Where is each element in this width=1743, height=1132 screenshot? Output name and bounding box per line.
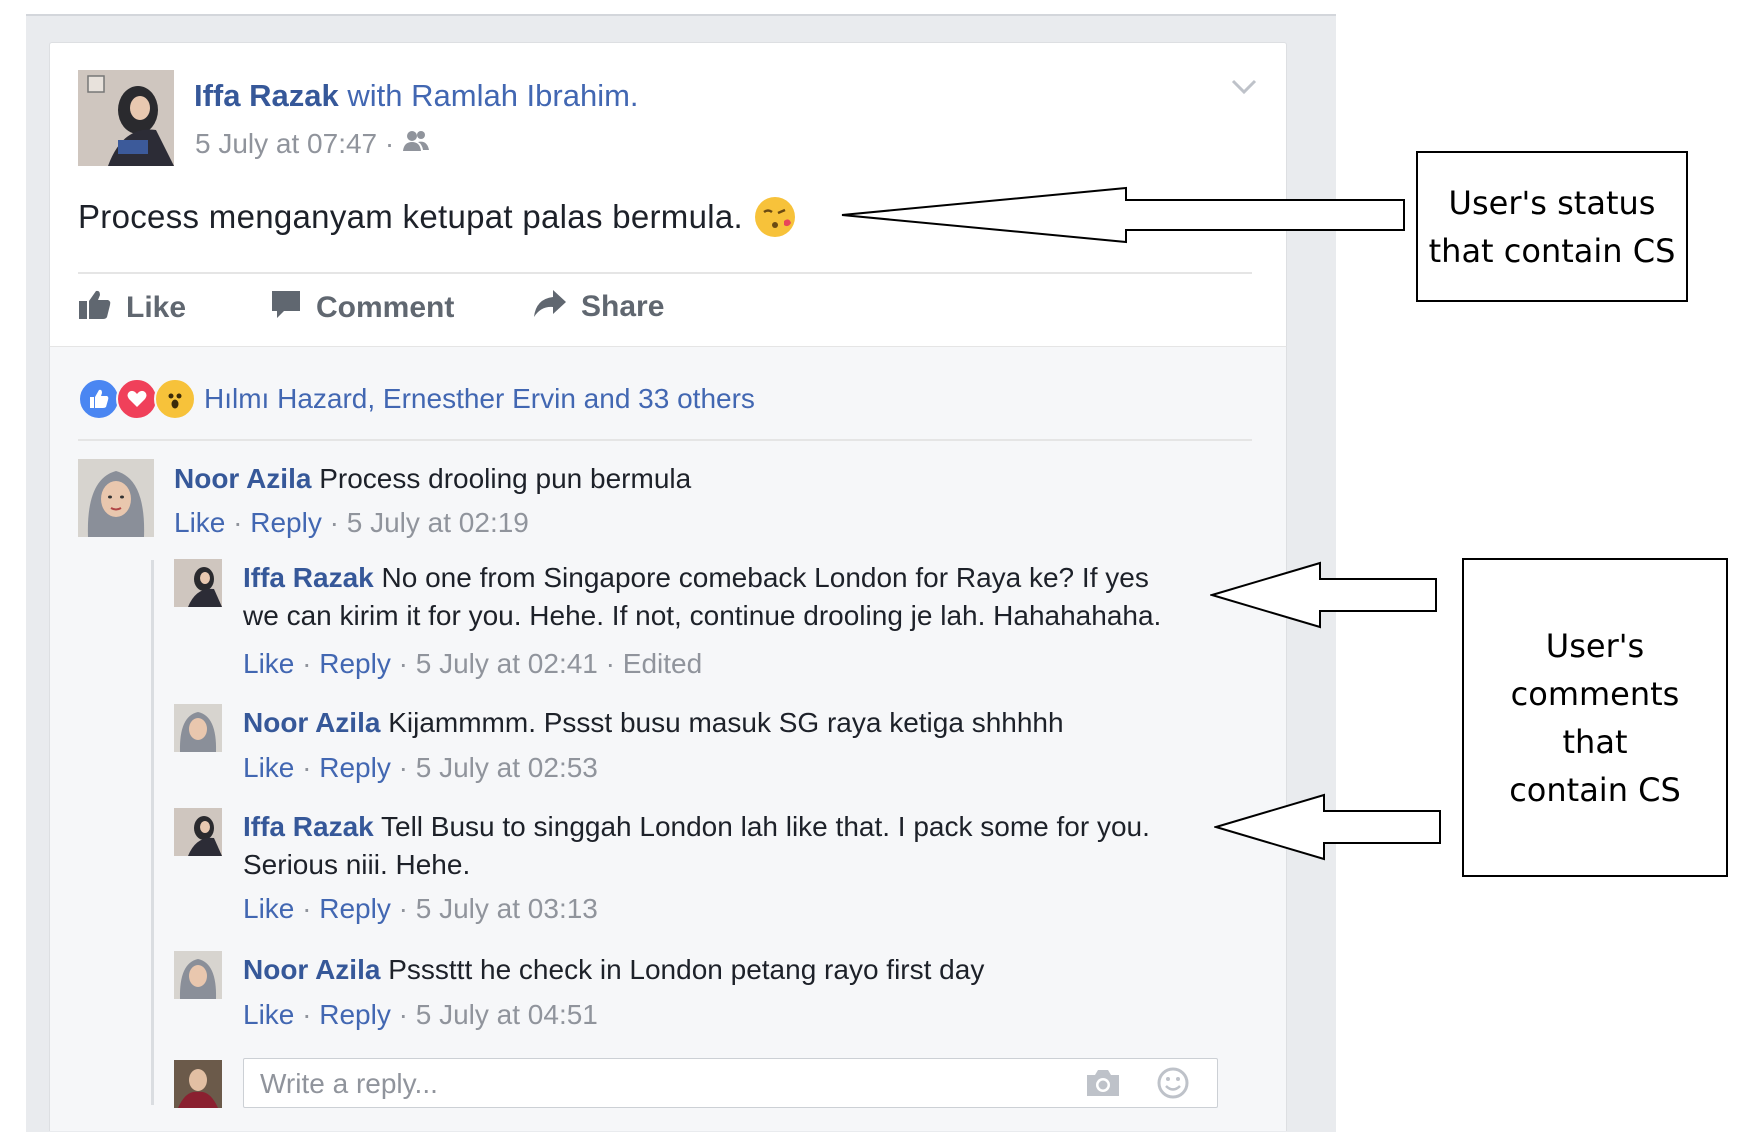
post-header: Iffa Razak with Ramlah Ibrahim. [194,78,639,114]
author-avatar[interactable] [78,70,174,166]
with-text: with [347,78,403,113]
comment-time[interactable]: 5 July at 02:19 [347,507,529,538]
status-callout-line: User's status [1448,183,1656,222]
reply-reply-link[interactable]: Reply [319,752,391,783]
comment-annotation-arrow-1 [1210,561,1437,629]
like-button[interactable]: Like [78,288,186,328]
status-text: Process menganyam ketupat palas bermula. [78,198,744,235]
chevron-down-icon[interactable] [1230,78,1258,101]
reply-author[interactable]: Noor Azila [243,707,380,738]
comments-callout-line: contain CS [1509,770,1681,809]
reply-reply-link[interactable]: Reply [319,999,391,1030]
reply-1-actions: Like · Reply · 5 July at 02:41 · Edited [243,648,703,679]
comments-callout-line: that [1562,722,1628,761]
comment-icon [270,288,302,328]
comment-like-link[interactable]: Like [174,507,225,538]
status-annotation-arrow [841,186,1405,244]
reply-like-link[interactable]: Like [243,893,294,924]
wow-reaction-icon [154,378,196,420]
reply-text: No one from Singapore comeback London fo… [381,562,1149,593]
friends-audience-icon[interactable] [402,128,430,160]
reply-1: Iffa Razak No one from Singapore comebac… [243,559,1223,635]
post-timestamp[interactable]: 5 July at 07:47 · [195,128,394,160]
tagged-user[interactable]: Ramlah Ibrahim. [411,78,638,113]
smiley-icon[interactable] [1156,1066,1190,1105]
reply-3-actions: Like · Reply · 5 July at 03:13 [243,893,598,924]
status-callout: User's status that contain CS [1416,151,1688,302]
author-name[interactable]: Iffa Razak [194,78,339,113]
comment-annotation-arrow-2 [1214,793,1441,861]
status-callout-line: that contain CS [1428,231,1676,270]
comment-1: Noor Azila Process drooling pun bermula [174,460,691,498]
comment-reply-link[interactable]: Reply [250,507,322,538]
like-label: Like [126,291,187,324]
comment-author[interactable]: Noor Azila [174,463,311,494]
post-timestamp-row: 5 July at 07:47 · [195,128,430,160]
reply-avatar[interactable] [174,808,222,856]
reply-3: Iffa Razak Tell Busu to singgah London l… [243,808,1223,884]
like-reaction-icon [78,378,120,420]
comment-button[interactable]: Comment [270,288,454,328]
kissing-face-emoji-icon [755,197,796,237]
reply-edited-label[interactable]: Edited [623,648,702,679]
comments-callout-line: comments [1510,674,1680,713]
share-label: Share [581,290,665,323]
reply-2: Noor Azila Kijammmm. Pssst busu masuk SG… [243,704,1064,742]
reactions-summary[interactable]: Hılmı Hazard, Ernesther Ervin and 33 oth… [78,378,755,420]
comments-callout-line: User's [1545,626,1645,665]
thumbs-up-icon [78,288,112,328]
commenter-avatar[interactable] [78,459,154,537]
reply-avatar[interactable] [174,559,222,607]
status-divider [78,272,1252,274]
reply-reply-link[interactable]: Reply [319,893,391,924]
reply-like-link[interactable]: Like [243,752,294,783]
reply-time[interactable]: 5 July at 02:53 [416,752,598,783]
love-reaction-icon [116,378,158,420]
reply-time[interactable]: 5 July at 04:51 [416,999,598,1030]
comment-label: Comment [316,291,455,324]
reply-author[interactable]: Iffa Razak [243,811,374,842]
reply-4: Noor Azila Psssttt he check in London pe… [243,951,984,989]
reply-avatar[interactable] [174,951,222,999]
reactions-divider [78,439,1252,441]
reply-like-link[interactable]: Like [243,648,294,679]
reply-time[interactable]: 5 July at 03:13 [416,893,598,924]
reply-4-actions: Like · Reply · 5 July at 04:51 [243,999,598,1030]
reply-reply-link[interactable]: Reply [319,648,391,679]
comment-text: Process drooling pun bermula [319,463,692,494]
reply-composer[interactable] [243,1058,1218,1109]
reply-text: Kijammmm. Pssst busu masuk SG raya ketig… [388,707,1064,738]
comments-callout: User's comments that contain CS [1462,558,1728,877]
reply-input[interactable] [258,1059,1022,1109]
reply-author[interactable]: Noor Azila [243,954,380,985]
current-user-avatar [174,1060,222,1108]
reply-text: Psssttt he check in London petang rayo f… [388,954,985,985]
reply-text-continued: we can kirim it for you. Hehe. If not, c… [243,600,1162,631]
comment-1-actions: Like · Reply · 5 July at 02:19 [174,507,529,538]
reply-author[interactable]: Iffa Razak [243,562,374,593]
reply-like-link[interactable]: Like [243,999,294,1030]
status-row: Process menganyam ketupat palas bermula. [78,197,796,237]
reply-thread-line [151,560,154,1105]
share-icon [533,288,567,326]
reply-text-continued: Serious niii. Hehe. [243,849,471,880]
reply-2-actions: Like · Reply · 5 July at 02:53 [243,752,598,783]
reply-time[interactable]: 5 July at 02:41 [416,648,598,679]
reply-text: Tell Busu to singgah London lah like tha… [381,811,1150,842]
share-button[interactable]: Share [533,288,664,326]
camera-icon[interactable] [1084,1067,1122,1104]
reactions-names[interactable]: Hılmı Hazard, Ernesther Ervin and 33 oth… [204,383,755,415]
reply-avatar[interactable] [174,704,222,752]
